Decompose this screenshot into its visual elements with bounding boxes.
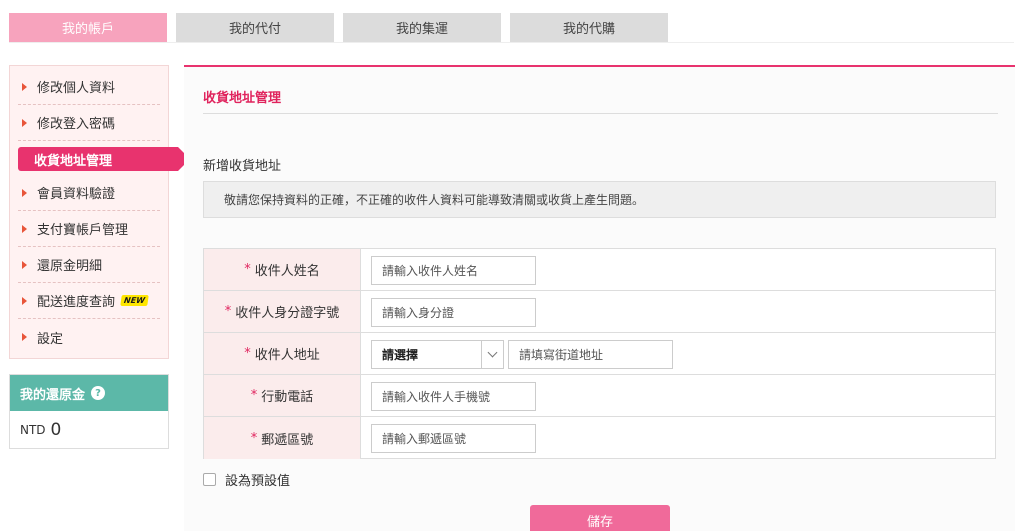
sidebar-item-label: 修改個人資料	[37, 81, 116, 96]
help-icon[interactable]: ?	[91, 386, 106, 400]
caret-right-icon	[22, 296, 27, 305]
field-label-mobile: * 行動電話	[204, 375, 361, 416]
region-select-value: 請選擇	[382, 348, 419, 362]
tab-my-payment[interactable]: 我的代付	[176, 13, 334, 42]
chevron-down-icon[interactable]	[481, 341, 503, 368]
form-row-mobile: * 行動電話	[204, 375, 995, 417]
required-mark: *	[244, 346, 251, 361]
tab-my-purchase[interactable]: 我的代購	[510, 13, 668, 42]
sidebar-item-change-password[interactable]: 修改登入密碼	[18, 105, 160, 141]
notice-box: 敬請您保持資料的正確，不正確的收件人資料可能導致清關或收貨上產生問題。	[203, 181, 996, 218]
sidebar-item-label: 修改登入密碼	[37, 117, 116, 132]
sidebar-item-edit-profile[interactable]: 修改個人資料	[18, 69, 160, 105]
form-row-name: * 收件人姓名	[204, 249, 995, 291]
rebate-body: NTD 0	[10, 411, 168, 448]
mobile-input[interactable]	[371, 382, 536, 411]
sidebar-item-label: 配送進度查詢	[37, 295, 116, 310]
sidebar-item-alipay-account[interactable]: 支付寶帳戶管理	[18, 211, 160, 247]
field-label-postal: * 郵遞區號	[204, 417, 361, 459]
sidebar-item-label: 會員資料驗證	[37, 187, 116, 202]
caret-right-icon	[22, 333, 27, 341]
caret-right-icon	[22, 82, 27, 91]
field-label-text: 行動電話	[261, 390, 314, 405]
rebate-header: 我的還原金 ?	[10, 375, 168, 411]
notice-text: 敬請您保持資料的正確，不正確的收件人資料可能導致清關或收貨上產生問題。	[224, 193, 645, 207]
main-panel: 收貨地址管理 新增收貨地址 敬請您保持資料的正確，不正確的收件人資料可能導致清關…	[184, 65, 1015, 531]
sidebar-item-label: 支付寶帳戶管理	[37, 223, 129, 238]
required-mark: *	[250, 430, 258, 446]
rebate-title: 我的還原金	[20, 387, 86, 403]
sidebar-item-rebate-details[interactable]: 還原金明細	[18, 247, 160, 283]
region-select[interactable]: 請選擇	[371, 340, 504, 369]
field-label-text: 郵遞區號	[261, 432, 314, 448]
form-row-address: * 收件人地址 請選擇	[204, 333, 995, 375]
form-row-id: * 收件人身分證字號	[204, 291, 995, 333]
field-label-text: 收件人姓名	[254, 264, 320, 279]
sidebar-item-address-management[interactable]: 收貨地址管理	[18, 147, 190, 171]
sidebar-item-label: 設定	[37, 331, 64, 347]
sidebar-item-label: 還原金明細	[37, 259, 103, 274]
rebate-box: 我的還原金 ? NTD 0	[9, 374, 169, 449]
field-label-id: * 收件人身分證字號	[204, 291, 361, 332]
id-number-input[interactable]	[371, 298, 536, 327]
field-label-text: 收件人身分證字號	[235, 306, 340, 321]
page-title: 收貨地址管理	[203, 91, 282, 106]
set-default-checkbox[interactable]	[203, 473, 216, 486]
required-mark: *	[224, 304, 232, 319]
set-default-row: 設為預設值	[203, 470, 290, 489]
caret-right-icon	[22, 188, 27, 197]
sidebar-item-delivery-tracking[interactable]: 配送進度查詢 NEW	[18, 283, 160, 319]
tabs-divider	[9, 42, 1014, 43]
caret-right-icon	[22, 118, 27, 127]
tab-my-consolidation[interactable]: 我的集運	[343, 13, 501, 42]
save-button[interactable]: 儲存	[530, 505, 670, 531]
field-label-text: 收件人地址	[254, 348, 320, 363]
recipient-name-input[interactable]	[371, 256, 536, 285]
street-address-input[interactable]	[508, 340, 673, 369]
rebate-currency: NTD	[20, 422, 46, 437]
title-divider	[203, 113, 998, 114]
rebate-amount: 0	[50, 419, 62, 440]
top-tabs: 我的帳戶 我的代付 我的集運 我的代購	[9, 13, 677, 42]
form-row-postal: * 郵遞區號	[204, 417, 995, 459]
sidebar-item-label: 收貨地址管理	[34, 153, 113, 169]
tab-my-account[interactable]: 我的帳戶	[9, 13, 167, 42]
sidebar: 修改個人資料 修改登入密碼 收貨地址管理 會員資料驗證 支付寶帳戶管理 還原金明…	[9, 65, 190, 359]
required-mark: *	[250, 388, 258, 403]
address-form: * 收件人姓名 * 收件人身分證字號 * 收件人地址 請選擇	[203, 248, 996, 459]
postal-code-input[interactable]	[371, 424, 536, 453]
set-default-label: 設為預設值	[225, 474, 291, 489]
required-mark: *	[244, 262, 251, 277]
field-label-name: * 收件人姓名	[204, 249, 361, 290]
caret-right-icon	[22, 224, 27, 233]
section-title: 新增收貨地址	[203, 159, 282, 174]
caret-right-icon	[22, 260, 27, 269]
new-badge: NEW	[120, 295, 149, 306]
field-label-address: * 收件人地址	[204, 333, 361, 374]
sidebar-item-member-verification[interactable]: 會員資料驗證	[18, 175, 160, 211]
sidebar-item-settings[interactable]: 設定	[18, 319, 160, 355]
